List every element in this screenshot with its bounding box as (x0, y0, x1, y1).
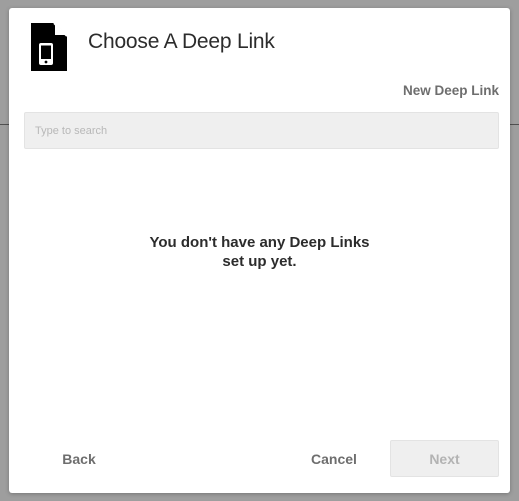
empty-state-line-1: You don't have any Deep Links (149, 234, 370, 251)
next-button[interactable]: Next (390, 440, 499, 477)
empty-state-line-2: set up yet. (222, 253, 297, 270)
search-input[interactable] (24, 112, 499, 149)
empty-state-message: You don't have any Deep Links set up yet… (9, 233, 510, 271)
back-button[interactable]: Back (41, 440, 117, 477)
dialog-title: Choose A Deep Link (88, 30, 275, 53)
deep-link-dialog: Choose A Deep Link New Deep Link You don… (9, 8, 510, 493)
cancel-button[interactable]: Cancel (299, 440, 369, 477)
mobile-document-icon (31, 23, 67, 71)
new-deep-link-button[interactable]: New Deep Link (403, 83, 499, 98)
